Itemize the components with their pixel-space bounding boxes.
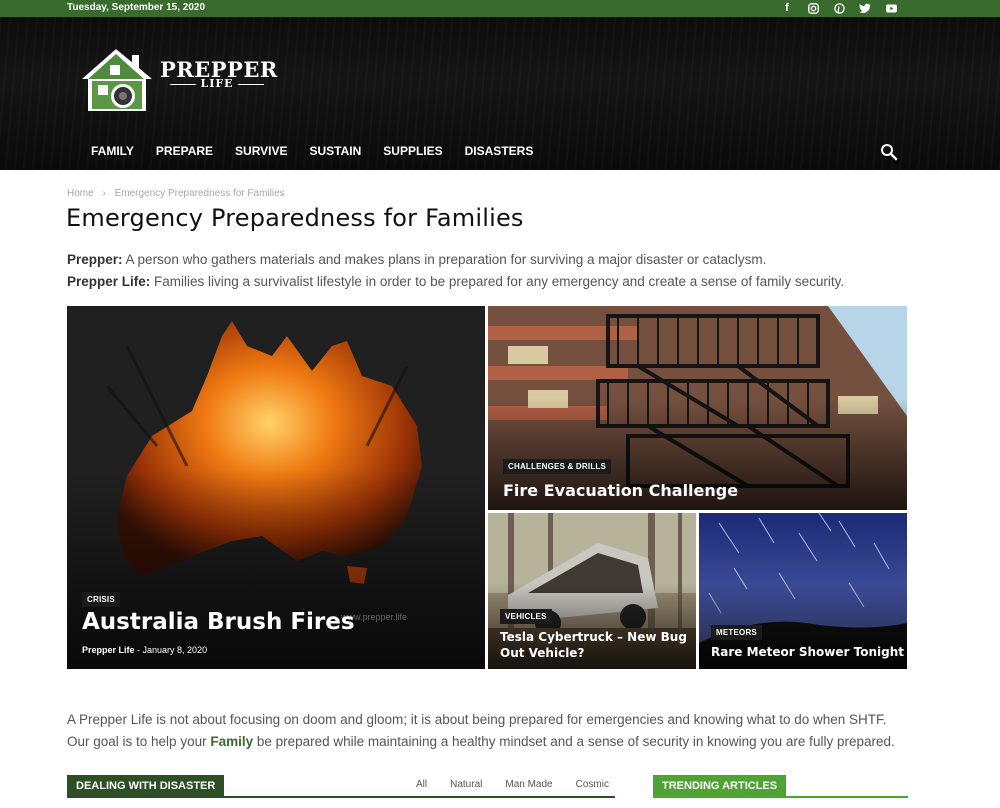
search-icon[interactable] [880,143,898,161]
family-link[interactable]: Family [210,734,253,749]
featured-post-fire-evacuation[interactable]: CHALLENGES & DRILLS Fire Evacuation Chal… [488,306,907,510]
social-links: f [774,1,904,16]
chevron-right-icon: › [102,188,106,199]
filter-man-made[interactable]: Man Made [505,779,552,790]
youtube-icon[interactable] [878,1,904,16]
nav-item-supplies[interactable]: SUPPLIES [372,144,453,158]
top-bar: Tuesday, September 15, 2020 f [0,0,1000,17]
nav-item-disasters[interactable]: DISASTERS [454,144,545,158]
post-title[interactable]: Australia Brush Fires [82,609,355,635]
instagram-icon[interactable] [800,1,826,16]
current-date: Tuesday, September 15, 2020 [67,2,206,13]
post-title[interactable]: Rare Meteor Shower Tonight [711,645,904,659]
post-meta: Prepper Life - January 8, 2020 [82,645,208,655]
post-author[interactable]: Prepper Life [82,645,135,655]
nav-item-sustain[interactable]: SUSTAIN [299,144,373,158]
section-title-trending: TRENDING ARTICLES [653,775,787,797]
section-divider [67,796,615,798]
featured-post-cybertruck[interactable]: VEHICLES Tesla Cybertruck – New Bug Out … [488,513,696,669]
nav-item-prepare[interactable]: PREPARE [145,144,224,158]
site-header: PREPPER LIFE FAMILY PREPARE SURVIVE SUST… [0,17,1000,170]
category-badge[interactable]: CRISIS [82,592,120,607]
blurb-line-1: A Prepper Life is not about focusing on … [67,712,887,727]
featured-post-meteor[interactable]: METEORS Rare Meteor Shower Tonight [699,513,907,669]
filter-all[interactable]: All [416,779,427,790]
section-title-disaster: DEALING WITH DISASTER [67,775,225,797]
main-nav: FAMILY PREPARE SURVIVE SUSTAIN SUPPLIES … [80,144,544,158]
breadcrumb-current: Emergency Preparedness for Families [114,188,285,199]
pinterest-icon[interactable] [826,1,852,16]
featured-post-australia[interactable]: CRISIS www.prepper.life Australia Brush … [67,306,485,669]
facebook-icon[interactable]: f [774,1,800,16]
post-title[interactable]: Fire Evacuation Challenge [503,481,738,500]
breadcrumb-home[interactable]: Home [67,188,94,199]
breadcrumb: Home › Emergency Preparedness for Famili… [67,188,285,199]
filter-natural[interactable]: Natural [450,779,482,790]
twitter-icon[interactable] [852,1,878,16]
section-filters: All Natural Man Made Cosmic [416,779,632,790]
nav-item-family[interactable]: FAMILY [80,144,145,158]
filter-cosmic[interactable]: Cosmic [576,779,609,790]
blurb-line-2-end: be prepared while maintaining a healthy … [253,734,895,749]
intro-definition-prepper-life: Families living a survivalist lifestyle … [150,274,845,289]
intro-definition-prepper: A person who gathers materials and makes… [122,252,767,267]
post-title[interactable]: Tesla Cybertruck – New Bug Out Vehicle? [500,629,690,661]
category-badge[interactable]: CHALLENGES & DRILLS [503,459,612,474]
logo-subtitle: LIFE [162,77,272,90]
intro-term-prepper-life: Prepper Life: [67,274,151,289]
intro-term-prepper: Prepper: [67,252,123,267]
section-divider [653,796,908,798]
category-badge[interactable]: METEORS [711,625,762,640]
page-title: Emergency Preparedness for Families [66,204,524,232]
nav-item-survive[interactable]: SURVIVE [224,144,298,158]
page-intro: Prepper: A person who gathers materials … [67,249,844,293]
about-blurb: A Prepper Life is not about focusing on … [67,709,895,753]
post-date: January 8, 2020 [142,645,208,655]
blurb-line-2-start: Our goal is to help your [67,734,211,749]
category-badge[interactable]: VEHICLES [500,609,552,624]
